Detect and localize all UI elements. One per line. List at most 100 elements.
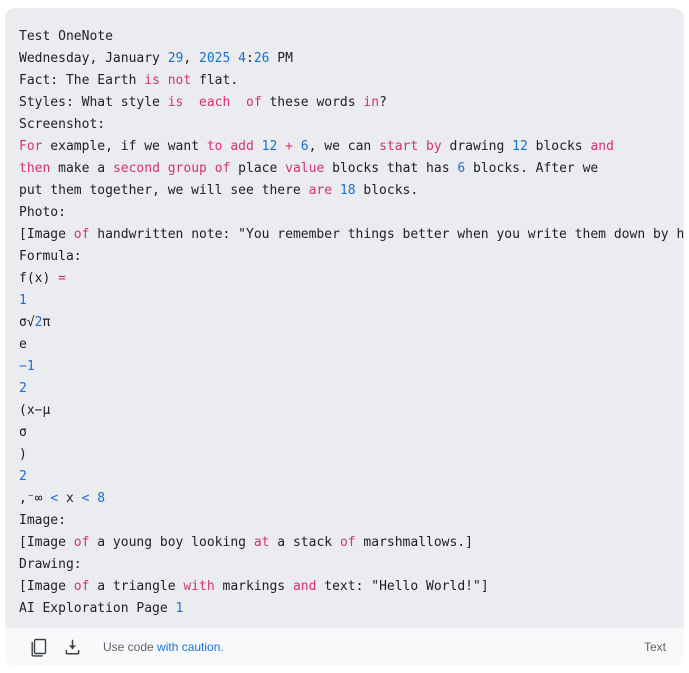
code-token: < xyxy=(50,491,59,506)
code-token: σ√ xyxy=(19,315,35,330)
download-icon[interactable] xyxy=(55,632,89,662)
code-token: put them together, we will see there xyxy=(19,183,309,198)
code-token: e xyxy=(19,337,27,352)
code-line: put them together, we will see there are… xyxy=(19,180,670,202)
code-line: 1 xyxy=(19,290,670,312)
code-token: [Image xyxy=(19,579,74,594)
code-token: second xyxy=(112,161,160,176)
code-token: −1 xyxy=(19,359,35,374)
code-token: ) xyxy=(19,447,27,462)
code-token: place xyxy=(230,161,286,176)
caution-link[interactable]: with caution. xyxy=(157,640,224,654)
code-token: group xyxy=(167,161,207,176)
code-token: and xyxy=(292,579,317,594)
code-token: blocks xyxy=(527,139,591,154)
code-token: = xyxy=(58,271,66,286)
code-token: 12 xyxy=(512,139,528,154)
code-line: ,⁻∞ < x < 8 xyxy=(19,488,670,510)
code-line: Fact: The Earth is not flat. xyxy=(19,70,670,92)
code-token: and xyxy=(590,139,614,154)
code-token: 6 xyxy=(300,139,309,154)
code-token: 2 xyxy=(19,381,27,396)
code-token: add xyxy=(230,139,254,154)
code-line: Test OneNote xyxy=(19,26,670,48)
code-token: these words xyxy=(261,95,364,110)
code-token: : xyxy=(246,51,254,66)
language-label: Text xyxy=(643,640,666,654)
code-token: of xyxy=(73,535,90,550)
code-line: (x−µ xyxy=(19,400,670,422)
code-token: 18 xyxy=(339,183,356,198)
code-token: 2025 xyxy=(199,51,231,66)
code-token: of xyxy=(214,161,231,176)
code-token: in xyxy=(363,95,380,110)
code-token: at xyxy=(253,535,270,550)
code-token: start xyxy=(379,139,419,154)
code-token: [Image xyxy=(19,227,74,242)
copy-icon[interactable] xyxy=(21,632,55,662)
code-token: then xyxy=(19,161,51,176)
footer-actions: Use code with caution. xyxy=(21,632,644,662)
code-token: 1 xyxy=(175,601,184,616)
code-token: 4 xyxy=(238,51,246,66)
code-token: is xyxy=(144,73,160,88)
code-token: Screenshot: xyxy=(19,117,106,132)
code-line: For example, if we want to add 12 + 6, w… xyxy=(19,136,670,158)
code-token: π xyxy=(42,315,51,330)
code-token: 12 xyxy=(261,139,278,154)
code-token: example, if we want xyxy=(42,139,207,154)
code-token: PM xyxy=(269,51,293,66)
code-line: [Image of a triangle with markings and t… xyxy=(19,576,670,598)
code-token: 26 xyxy=(253,51,270,66)
code-token: ,⁻∞ xyxy=(19,491,51,506)
code-token: (x−µ xyxy=(19,403,51,418)
code-token: not xyxy=(167,73,192,88)
code-token: with xyxy=(183,579,215,594)
code-line: Screenshot: xyxy=(19,114,670,136)
code-token: marshmallows.] xyxy=(355,535,473,550)
code-line: ) xyxy=(19,444,670,466)
code-token: Wednesday, January xyxy=(19,51,168,66)
code-line: Image: xyxy=(19,510,670,532)
code-token: of xyxy=(73,579,90,594)
code-token: a triangle xyxy=(89,579,184,594)
code-token: Styles: What style xyxy=(19,95,168,110)
code-line: 2 xyxy=(19,378,670,400)
code-token: of xyxy=(246,95,262,110)
code-token: For xyxy=(19,139,43,154)
code-line: Formula: xyxy=(19,246,670,268)
use-code-with-caution: Use code with caution. xyxy=(103,640,224,654)
code-line: −1 xyxy=(19,356,670,378)
code-token: to xyxy=(206,139,223,154)
code-token: , xyxy=(183,51,200,66)
code-token: flat. xyxy=(191,73,239,88)
code-line: Photo: xyxy=(19,202,670,224)
code-block-footer: Use code with caution. Text xyxy=(5,628,684,666)
code-token: AI Exploration Page xyxy=(19,601,176,616)
code-line: then make a second group of place value … xyxy=(19,158,670,180)
code-token: each xyxy=(199,95,231,110)
screenshot-root: Test OneNote Wednesday, January 29, 2025 … xyxy=(0,0,689,673)
code-token: Formula: xyxy=(19,249,82,264)
code-token: are xyxy=(308,183,333,198)
code-line: σ xyxy=(19,422,670,444)
code-token: 8 xyxy=(97,491,106,506)
code-token: Drawing: xyxy=(19,557,82,572)
code-content[interactable]: Test OneNote Wednesday, January 29, 2025 … xyxy=(19,26,684,620)
code-token: Photo: xyxy=(19,205,66,220)
code-token: of xyxy=(339,535,356,550)
code-block-card: Test OneNote Wednesday, January 29, 2025 … xyxy=(5,8,684,666)
code-token: + xyxy=(285,139,293,154)
code-token: a young boy looking xyxy=(89,535,254,550)
code-token: 2 xyxy=(19,469,27,484)
code-token: 29 xyxy=(167,51,184,66)
code-token: 6 xyxy=(457,161,466,176)
code-token: handwritten note: "You remember things b… xyxy=(89,227,684,242)
caution-prefix: Use code xyxy=(103,640,158,654)
